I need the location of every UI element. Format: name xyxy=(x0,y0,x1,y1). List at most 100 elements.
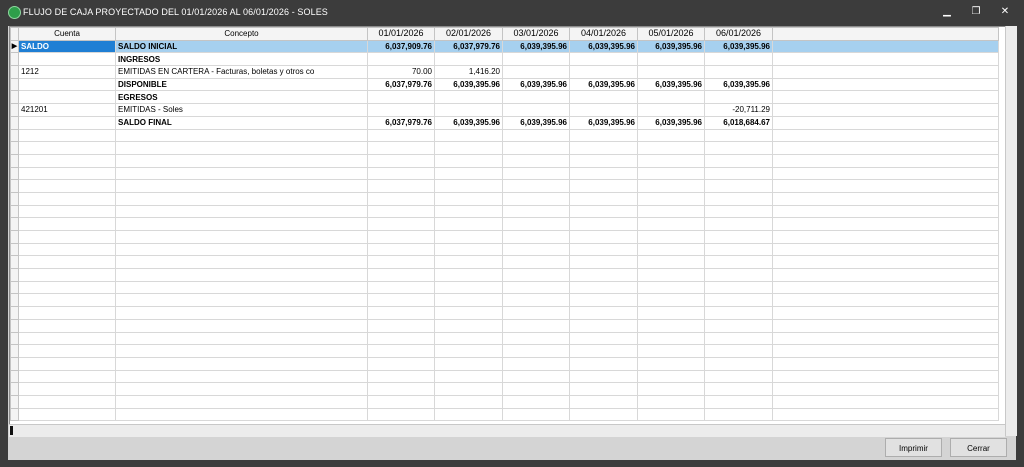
cell-amount[interactable] xyxy=(637,204,705,219)
cell-amount[interactable] xyxy=(569,141,638,155)
cell-concepto[interactable] xyxy=(115,191,368,206)
row-indicator[interactable] xyxy=(10,103,19,117)
cell-amount[interactable] xyxy=(434,230,503,244)
cell-amount[interactable] xyxy=(704,179,773,193)
cell-amount[interactable] xyxy=(502,407,570,422)
cell-concepto[interactable]: EMITIDAS EN CARTERA - Facturas, boletas … xyxy=(115,65,368,79)
cell-amount[interactable] xyxy=(704,306,773,320)
cell-cuenta[interactable] xyxy=(18,191,116,206)
cell-amount[interactable]: 6,039,395.96 xyxy=(637,115,705,130)
empty-table-row[interactable] xyxy=(10,293,999,308)
table-row[interactable]: 1212 EMITIDAS EN CARTERA - Facturas, bole… xyxy=(10,65,999,79)
empty-table-row[interactable] xyxy=(10,331,999,346)
cell-cuenta[interactable] xyxy=(18,369,116,384)
row-indicator[interactable] xyxy=(10,179,19,193)
row-indicator[interactable] xyxy=(10,230,19,244)
cell-amount[interactable] xyxy=(367,179,435,193)
cell-amount[interactable] xyxy=(502,356,570,371)
cell-amount[interactable] xyxy=(569,344,638,358)
cell-concepto[interactable] xyxy=(115,230,368,244)
cell-amount[interactable] xyxy=(637,230,705,244)
cell-amount[interactable] xyxy=(434,179,503,193)
cell-amount[interactable] xyxy=(569,255,638,270)
cell-amount[interactable] xyxy=(569,306,638,320)
cell-amount[interactable] xyxy=(434,293,503,308)
cell-amount[interactable] xyxy=(502,382,570,396)
cell-amount[interactable] xyxy=(569,179,638,193)
cell-amount[interactable] xyxy=(502,141,570,155)
cell-amount[interactable] xyxy=(434,255,503,270)
cell-cuenta[interactable] xyxy=(18,318,116,333)
cell-cuenta[interactable] xyxy=(18,407,116,422)
row-indicator[interactable] xyxy=(10,242,19,257)
cell-amount[interactable]: 6,037,909.76 xyxy=(367,39,435,54)
cell-cuenta[interactable] xyxy=(18,204,116,219)
empty-table-row[interactable] xyxy=(10,356,999,371)
cell-amount[interactable] xyxy=(637,407,705,422)
row-indicator[interactable] xyxy=(10,217,19,231)
cell-amount[interactable]: -20,711.29 xyxy=(704,103,773,117)
close-button[interactable]: Cerrar xyxy=(950,438,1007,457)
cell-cuenta[interactable] xyxy=(18,356,116,371)
cell-amount[interactable] xyxy=(434,382,503,396)
cell-concepto[interactable]: EMITIDAS - Soles xyxy=(115,103,368,117)
vertical-scrollbar[interactable] xyxy=(1005,26,1017,436)
cell-amount[interactable] xyxy=(502,242,570,257)
print-button[interactable]: Imprimir xyxy=(885,438,942,457)
cell-amount[interactable] xyxy=(434,128,503,143)
cell-amount[interactable] xyxy=(637,369,705,384)
cell-amount[interactable] xyxy=(367,268,435,282)
empty-table-row[interactable] xyxy=(10,217,999,231)
cell-amount[interactable] xyxy=(502,293,570,308)
cell-concepto[interactable] xyxy=(115,268,368,282)
cell-cuenta[interactable] xyxy=(18,217,116,231)
cell-amount[interactable] xyxy=(367,217,435,231)
cell-amount[interactable]: 6,037,979.76 xyxy=(367,77,435,92)
cell-amount[interactable] xyxy=(637,141,705,155)
cell-cuenta[interactable] xyxy=(18,242,116,257)
cell-amount[interactable] xyxy=(569,293,638,308)
cell-amount[interactable] xyxy=(569,204,638,219)
table-row[interactable]: ▶ SALDO SALDO INICIAL 6,037,909.76 6,037,979… xyxy=(10,39,999,54)
empty-table-row[interactable] xyxy=(10,280,999,295)
row-indicator[interactable] xyxy=(10,280,19,295)
cell-amount[interactable] xyxy=(502,90,570,105)
cell-amount[interactable] xyxy=(637,103,705,117)
cell-amount[interactable] xyxy=(434,191,503,206)
cell-concepto[interactable] xyxy=(115,331,368,346)
cell-cuenta[interactable] xyxy=(18,153,116,168)
cell-amount[interactable]: 6,039,395.96 xyxy=(434,77,503,92)
cell-amount[interactable] xyxy=(502,65,570,79)
cell-amount[interactable] xyxy=(367,356,435,371)
cell-amount[interactable] xyxy=(637,153,705,168)
cell-amount[interactable] xyxy=(367,369,435,384)
cell-amount[interactable] xyxy=(502,153,570,168)
empty-table-row[interactable] xyxy=(10,191,999,206)
cell-amount[interactable] xyxy=(434,331,503,346)
column-header-date-6[interactable]: 06/01/2026 xyxy=(704,27,773,41)
cell-amount[interactable] xyxy=(434,394,503,409)
row-indicator[interactable] xyxy=(10,77,19,92)
row-indicator[interactable] xyxy=(10,394,19,409)
table-row[interactable]: SALDO FINAL 6,037,979.76 6,039,395.96 6,039… xyxy=(10,115,999,130)
cell-amount[interactable] xyxy=(569,103,638,117)
cell-cuenta[interactable] xyxy=(18,52,116,67)
empty-table-row[interactable] xyxy=(10,394,999,409)
cell-cuenta[interactable] xyxy=(18,230,116,244)
cell-cuenta[interactable] xyxy=(18,268,116,282)
cell-amount[interactable]: 6,039,395.96 xyxy=(502,39,570,54)
cell-concepto[interactable] xyxy=(115,306,368,320)
cell-concepto[interactable] xyxy=(115,153,368,168)
cell-amount[interactable]: 6,037,979.76 xyxy=(367,115,435,130)
cell-amount[interactable] xyxy=(704,52,773,67)
cell-amount[interactable]: 6,039,395.96 xyxy=(502,115,570,130)
horizontal-scrollbar[interactable] xyxy=(9,424,1005,437)
cell-amount[interactable] xyxy=(637,306,705,320)
row-indicator[interactable] xyxy=(10,255,19,270)
cell-cuenta[interactable] xyxy=(18,128,116,143)
cell-amount[interactable] xyxy=(502,166,570,181)
cell-amount[interactable] xyxy=(637,255,705,270)
empty-table-row[interactable] xyxy=(10,255,999,270)
cell-amount[interactable] xyxy=(704,166,773,181)
cell-amount[interactable] xyxy=(367,204,435,219)
